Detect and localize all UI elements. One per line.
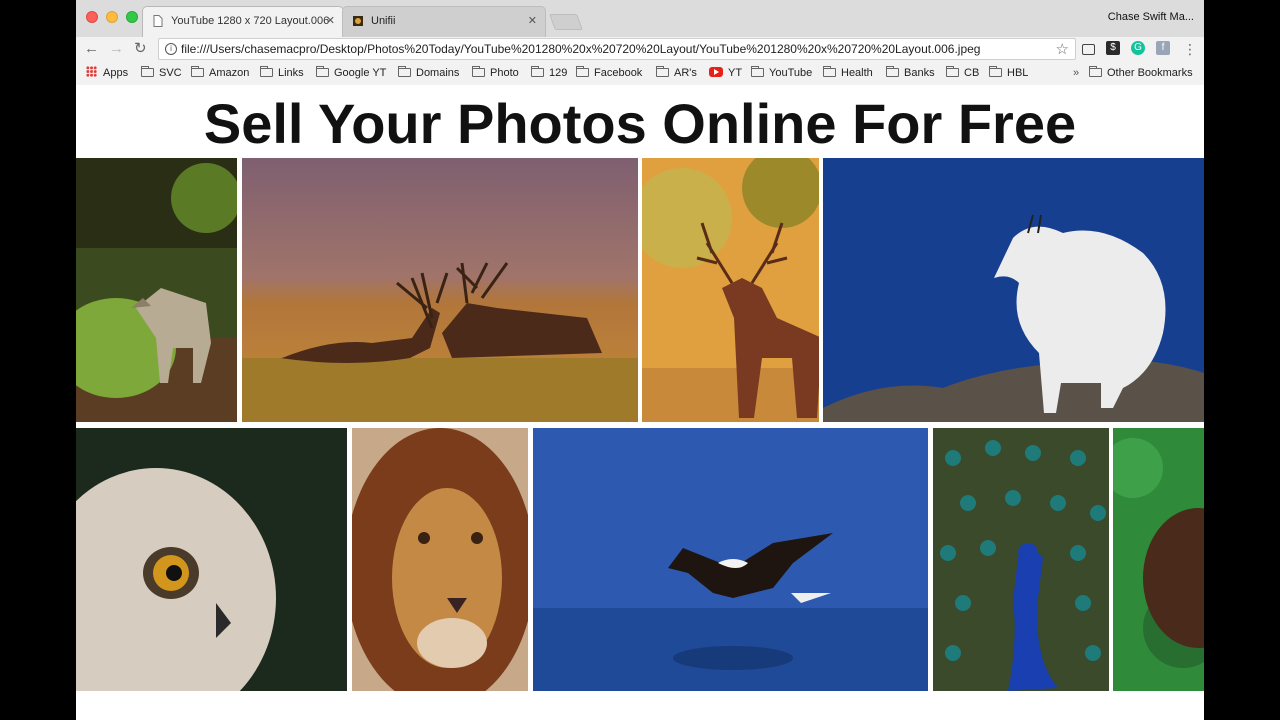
bookmark-banks[interactable]: Banks bbox=[886, 66, 935, 80]
bookmark-photo[interactable]: Photo bbox=[472, 66, 519, 80]
eagle-photo bbox=[533, 428, 928, 691]
folder-icon bbox=[316, 66, 329, 77]
bookmark-facebook[interactable]: Facebook bbox=[576, 66, 642, 80]
lion-photo bbox=[352, 428, 528, 691]
bookmark-apps[interactable]: Apps bbox=[86, 66, 128, 80]
bookmark-other-bookmarks[interactable]: Other Bookmarks bbox=[1089, 66, 1193, 80]
document-icon bbox=[153, 15, 163, 27]
folder-icon bbox=[141, 66, 154, 77]
folder-icon bbox=[751, 66, 764, 77]
folder-icon bbox=[191, 66, 204, 77]
bookmark-cb[interactable]: CB bbox=[946, 66, 979, 80]
folder-icon bbox=[823, 66, 836, 77]
bookmark-google-yt[interactable]: Google YT bbox=[316, 66, 386, 80]
profile-name[interactable]: Chase Swift Ma... bbox=[1108, 11, 1194, 23]
bookmarks-bar: Apps SVC Amazon Links Google YT Domains … bbox=[76, 61, 1204, 86]
bookmark-129[interactable]: 129 bbox=[531, 66, 567, 80]
minimize-window-button[interactable] bbox=[106, 11, 118, 23]
browser-window: YouTube 1280 x 720 Layout.006 ✕ Unifii ✕… bbox=[76, 0, 1204, 720]
maximize-window-button[interactable] bbox=[126, 11, 138, 23]
browser-toolbar: ← → ↻ i file:///Users/chasemacpro/Deskto… bbox=[76, 37, 1204, 61]
menu-kebab-icon[interactable]: ⋮ bbox=[1183, 40, 1197, 58]
folder-icon bbox=[398, 66, 411, 77]
bookmark-youtube[interactable]: YouTube bbox=[751, 66, 812, 80]
owl-photo bbox=[76, 428, 347, 691]
folder-icon bbox=[886, 66, 899, 77]
mountain-goat-photo bbox=[823, 158, 1204, 422]
wolf-photo bbox=[76, 158, 237, 422]
bookmark-svc[interactable]: SVC bbox=[141, 66, 182, 80]
facebook-extension-icon[interactable]: f bbox=[1156, 41, 1170, 55]
tab-title: Unifii bbox=[371, 15, 396, 27]
page-content: Sell Your Photos Online For Free bbox=[76, 85, 1204, 720]
peacock-photo bbox=[933, 428, 1109, 691]
folder-icon bbox=[946, 66, 959, 77]
tab-youtube-layout[interactable]: YouTube 1280 x 720 Layout.006 ✕ bbox=[142, 6, 344, 37]
address-bar[interactable]: i file:///Users/chasemacpro/Desktop/Phot… bbox=[158, 38, 1076, 60]
close-window-button[interactable] bbox=[86, 11, 98, 23]
bookmark-links[interactable]: Links bbox=[260, 66, 304, 80]
youtube-icon bbox=[709, 67, 723, 77]
folder-icon bbox=[989, 66, 1002, 77]
unifii-favicon-icon bbox=[353, 16, 363, 26]
folder-icon bbox=[1089, 66, 1102, 77]
grammarly-icon[interactable]: G bbox=[1131, 41, 1145, 55]
bookmark-yt[interactable]: YT bbox=[709, 66, 742, 80]
bookmark-star-icon[interactable]: ☆ bbox=[1056, 40, 1069, 58]
url-text[interactable]: file:///Users/chasemacpro/Desktop/Photos… bbox=[181, 42, 980, 56]
bookmark-domains[interactable]: Domains bbox=[398, 66, 459, 80]
new-tab-button[interactable] bbox=[549, 14, 583, 30]
tab-unifii[interactable]: Unifii ✕ bbox=[342, 6, 546, 37]
bookmark-health[interactable]: Health bbox=[823, 66, 873, 80]
page-headline: Sell Your Photos Online For Free bbox=[203, 92, 1077, 155]
deer-stag-photo bbox=[642, 158, 819, 422]
folder-icon bbox=[472, 66, 485, 77]
folder-icon bbox=[656, 66, 669, 77]
apps-grid-icon bbox=[86, 66, 97, 77]
folder-icon bbox=[531, 66, 544, 77]
tab-strip: YouTube 1280 x 720 Layout.006 ✕ Unifii ✕… bbox=[76, 0, 1204, 38]
bird-photo bbox=[1113, 428, 1204, 691]
dollar-extension-icon[interactable]: $ bbox=[1106, 41, 1120, 55]
folder-icon bbox=[260, 66, 273, 77]
close-tab-icon[interactable]: ✕ bbox=[326, 7, 335, 35]
bookmark-hbl[interactable]: HBL bbox=[989, 66, 1028, 80]
tab-title: YouTube 1280 x 720 Layout.006 bbox=[171, 15, 330, 27]
info-icon[interactable]: i bbox=[165, 43, 177, 55]
close-tab-icon[interactable]: ✕ bbox=[528, 7, 537, 35]
bookmarks-overflow-chevron[interactable]: » bbox=[1073, 66, 1079, 80]
forward-arrow-icon[interactable]: → bbox=[109, 40, 124, 58]
reload-icon[interactable]: ↻ bbox=[134, 40, 147, 58]
folder-icon bbox=[576, 66, 589, 77]
bookmark-amazon[interactable]: Amazon bbox=[191, 66, 249, 80]
back-arrow-icon[interactable]: ← bbox=[84, 40, 99, 58]
elk-photo bbox=[242, 158, 638, 422]
cast-icon[interactable] bbox=[1082, 44, 1095, 55]
bookmark-ars[interactable]: AR's bbox=[656, 66, 697, 80]
